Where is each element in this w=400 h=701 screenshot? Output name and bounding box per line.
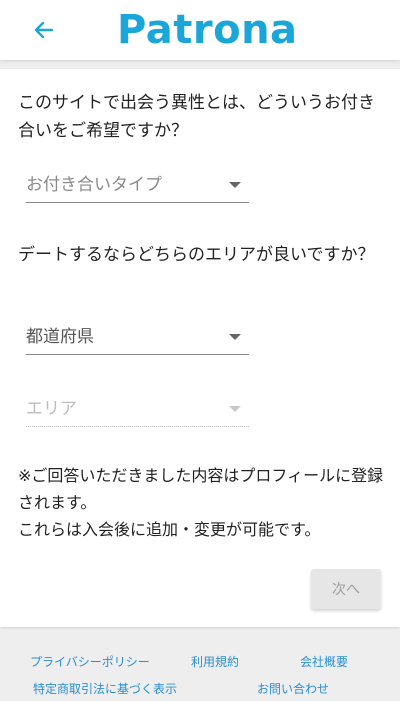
notice-line-1: ※ご回答いただきました内容はプロフィールに登録されます。 <box>18 466 384 512</box>
privacy-policy-link[interactable]: プライバシーポリシー <box>30 654 150 670</box>
prefecture-select[interactable]: 都道府県 <box>26 321 249 355</box>
question-relationship-type: このサイトで出会う異性とは、どういうお付き合いをご希望ですか？ <box>18 93 375 141</box>
terms-link[interactable]: 利用規約 <box>191 654 239 670</box>
relationship-type-select[interactable]: お付き合いタイプ <box>26 169 249 203</box>
question-date-area: デートするならどちらのエリアが良いですか？ <box>18 245 375 265</box>
company-info-link[interactable]: 会社概要 <box>300 654 348 670</box>
dropdown-caret-icon <box>229 334 241 340</box>
app-header: Patrona <box>0 0 400 60</box>
prefecture-value: 都道府県 <box>26 327 94 347</box>
back-button[interactable] <box>30 16 58 44</box>
commercial-transactions-link[interactable]: 特定商取引法に基づく表示 <box>33 681 177 697</box>
area-select[interactable]: エリア <box>26 393 249 427</box>
footer-links: プライバシーポリシー 利用規約 会社概要 特定商取引法に基づく表示 お問い合わせ <box>0 640 400 701</box>
form-card: このサイトで出会う異性とは、どういうお付き合いをご希望ですか？ お付き合いタイプ… <box>0 69 400 627</box>
arrow-left-icon <box>34 21 54 39</box>
dropdown-caret-icon <box>229 182 241 188</box>
notice-line-2: これらは入会後に追加・変更が可能です。 <box>18 520 321 539</box>
patrona-logo: Patrona <box>117 7 298 53</box>
area-placeholder: エリア <box>26 399 77 419</box>
next-button[interactable]: 次へ <box>311 569 381 609</box>
dropdown-caret-icon <box>229 406 241 412</box>
profile-notice: ※ご回答いただきました内容はプロフィールに登録されます。 これらは入会後に追加・… <box>18 462 384 543</box>
contact-link[interactable]: お問い合わせ <box>257 681 329 697</box>
relationship-type-placeholder: お付き合いタイプ <box>26 175 162 195</box>
